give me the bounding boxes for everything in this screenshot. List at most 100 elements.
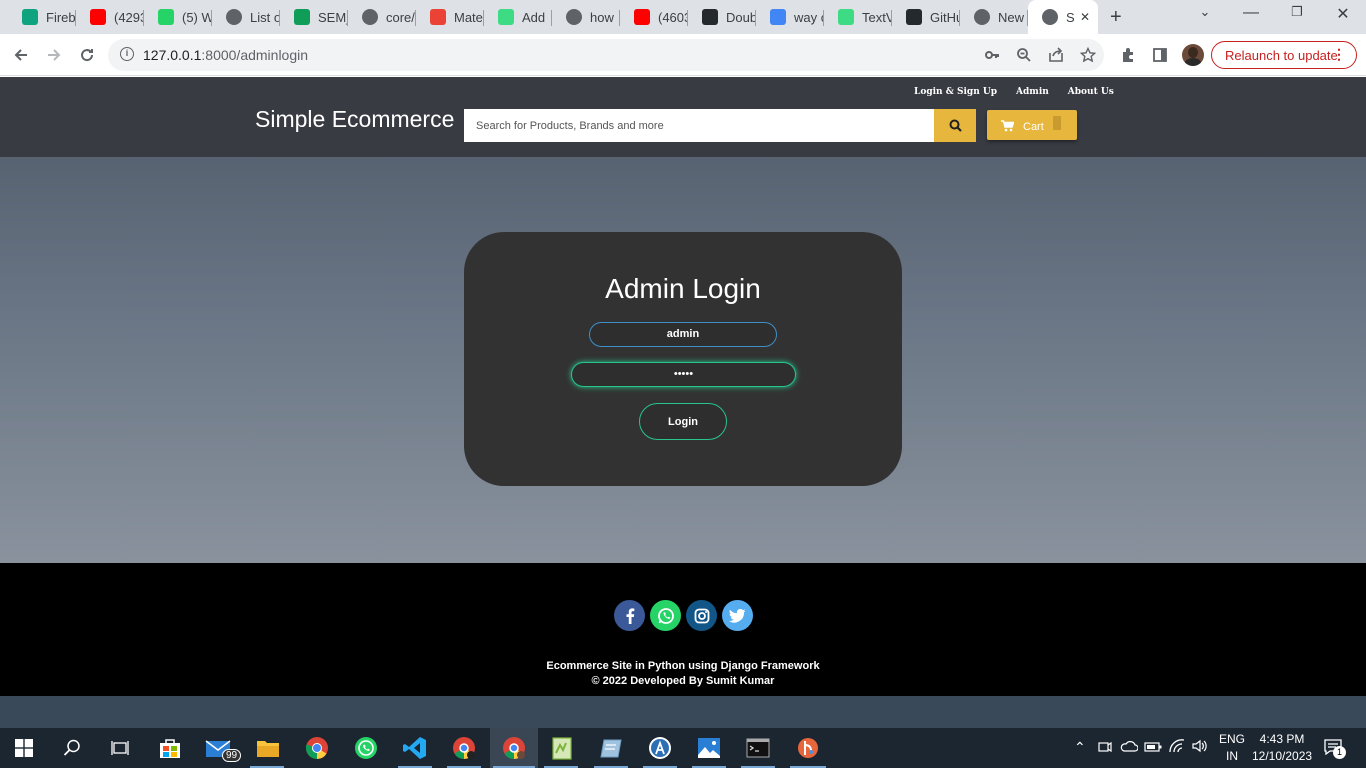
git-tool-icon[interactable] <box>794 734 822 762</box>
browser-tab[interactable]: how <box>552 4 620 30</box>
browser-tab[interactable]: way c <box>756 4 824 30</box>
google-icon <box>770 9 786 25</box>
youtube-icon <box>634 9 650 25</box>
tab-search-icon[interactable]: ⌄ <box>1190 4 1220 20</box>
browser-tab[interactable]: core/ <box>348 4 416 30</box>
bookmark-star-icon[interactable] <box>1078 45 1098 65</box>
notes-app-icon[interactable] <box>597 734 625 762</box>
android-studio-icon[interactable] <box>646 734 674 762</box>
search-button[interactable] <box>934 109 976 142</box>
language-indicator[interactable]: ENG IN <box>1219 732 1245 763</box>
browser-tab[interactable]: (4603 <box>620 4 688 30</box>
restore-button[interactable]: ❐ <box>1282 4 1312 20</box>
globe-icon <box>226 9 242 25</box>
tab-title: List o <box>250 9 280 25</box>
instagram-icon[interactable] <box>686 600 717 631</box>
whatsapp-icon[interactable] <box>650 600 681 631</box>
wifi-icon[interactable] <box>1169 739 1185 756</box>
photos-icon[interactable] <box>695 734 723 762</box>
minimize-button[interactable]: — <box>1236 4 1266 22</box>
browser-tab[interactable]: New <box>960 4 1028 30</box>
reload-icon[interactable] <box>74 42 100 68</box>
relaunch-label: Relaunch to update <box>1225 47 1338 63</box>
microsoft-store-icon[interactable] <box>156 734 184 762</box>
footer-description: Ecommerce Site in Python using Django Fr… <box>546 660 820 672</box>
notepad-plus-icon[interactable] <box>548 734 576 762</box>
windows-start-icon[interactable] <box>10 734 38 762</box>
search-icon <box>949 119 962 132</box>
profile-avatar[interactable] <box>1182 44 1204 66</box>
tab-title: Fireb <box>46 9 76 25</box>
browser-tab[interactable]: Doub <box>688 4 756 30</box>
browser-tab[interactable]: GitHu <box>892 4 960 30</box>
vscode-icon[interactable] <box>401 734 429 762</box>
tab-title: SEM_ <box>318 9 348 25</box>
facebook-icon[interactable] <box>614 600 645 631</box>
web-page: Login & Sign Up Admin About Us Simple Ec… <box>0 77 1366 696</box>
cart-button[interactable]: Cart <box>987 110 1077 140</box>
back-icon[interactable] <box>8 42 34 68</box>
globe-icon <box>1042 9 1058 25</box>
close-window-button[interactable]: ✕ <box>1328 4 1358 24</box>
whatsapp-web-icon <box>158 9 174 25</box>
address-bar[interactable]: i 127.0.0.1:8000/adminlogin <box>108 39 1104 71</box>
tab-title: way c <box>794 9 824 25</box>
browser-tab[interactable]: Add <box>484 4 552 30</box>
forward-icon[interactable] <box>41 42 67 68</box>
page-bottom-area <box>0 696 1366 728</box>
show-hidden-icons[interactable]: ⌃ <box>1074 739 1086 756</box>
cart-label: Cart <box>1023 121 1044 133</box>
twitter-icon[interactable] <box>722 600 753 631</box>
browser-toolbar: i 127.0.0.1:8000/adminlogin Relaunch to … <box>0 34 1366 76</box>
site-info-icon[interactable]: i <box>120 47 134 61</box>
github-icon <box>702 9 718 25</box>
chrome-icon <box>974 9 990 25</box>
terminal-icon[interactable] <box>744 734 772 762</box>
password-input[interactable]: ••••• <box>571 362 796 387</box>
site-brand[interactable]: Simple Ecommerce <box>255 106 454 133</box>
mail-badge: 99 <box>222 749 242 762</box>
product-search-input[interactable]: Search for Products, Brands and more <box>464 109 934 142</box>
browser-tab[interactable]: Mate <box>416 4 484 30</box>
task-view-icon[interactable] <box>106 734 134 762</box>
url-text[interactable]: 127.0.0.1:8000/adminlogin <box>143 47 308 63</box>
volume-icon[interactable] <box>1192 739 1208 756</box>
zoom-icon[interactable] <box>1014 45 1034 65</box>
mail-icon[interactable]: 99 <box>204 734 242 762</box>
browser-tab[interactable]: (5) W <box>144 4 212 30</box>
clock[interactable]: 4:43 PM 12/10/2023 <box>1252 732 1312 763</box>
username-input[interactable]: admin <box>589 322 777 347</box>
browser-tab[interactable]: List o <box>212 4 280 30</box>
admin-link[interactable]: Admin <box>1016 87 1049 97</box>
search-icon[interactable] <box>58 734 86 762</box>
key-icon[interactable] <box>982 45 1002 65</box>
notifications-icon[interactable]: 1 <box>1324 739 1346 759</box>
browser-tab[interactable]: (4293 <box>76 4 144 30</box>
battery-icon[interactable] <box>1144 741 1162 755</box>
login-button[interactable]: Login <box>639 403 727 440</box>
about-us-link[interactable]: About Us <box>1068 87 1114 97</box>
browser-tab[interactable]: SEM_ <box>280 4 348 30</box>
youtube-icon <box>90 9 106 25</box>
github-icon <box>906 9 922 25</box>
chrome-active-icon[interactable] <box>500 734 528 762</box>
onedrive-icon[interactable] <box>1120 740 1139 755</box>
side-panel-icon[interactable] <box>1150 45 1170 65</box>
admin-login-card: Admin Login admin ••••• Login <box>464 232 902 486</box>
extensions-icon[interactable] <box>1118 45 1138 65</box>
browser-tab[interactable]: TextV <box>824 4 892 30</box>
file-explorer-icon[interactable] <box>254 734 282 762</box>
chrome-icon[interactable] <box>303 734 331 762</box>
tab-title: Mate <box>454 9 483 25</box>
browser-tab[interactable]: S ✕ <box>1028 0 1098 34</box>
browser-tab[interactable]: Fireb <box>8 4 76 30</box>
new-tab-button[interactable]: + <box>1110 6 1122 29</box>
share-icon[interactable] <box>1046 45 1066 65</box>
login-signup-link[interactable]: Login & Sign Up <box>914 87 997 97</box>
tab-title: TextV <box>862 9 892 25</box>
chrome-profile-icon[interactable] <box>450 734 478 762</box>
whatsapp-desktop-icon[interactable] <box>352 734 380 762</box>
relaunch-to-update-button[interactable]: Relaunch to update ⋮ <box>1211 41 1357 69</box>
meet-now-icon[interactable] <box>1097 739 1112 758</box>
close-tab-icon[interactable]: ✕ <box>1080 10 1090 24</box>
